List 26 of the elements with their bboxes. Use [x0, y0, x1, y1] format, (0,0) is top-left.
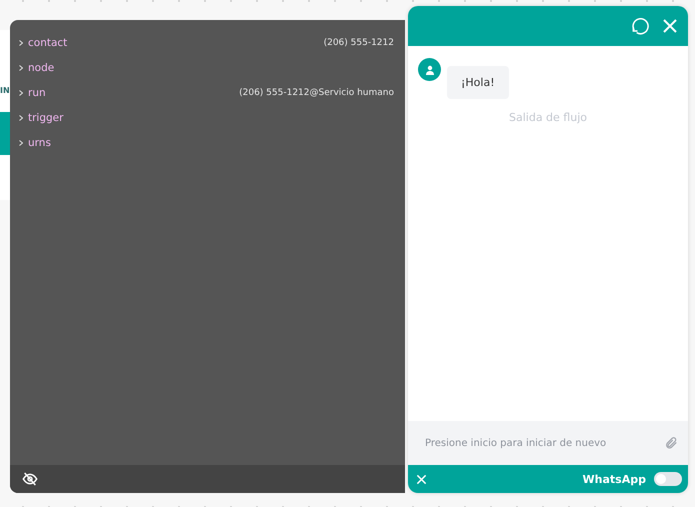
- message-bubble: ¡Hola!: [447, 66, 509, 99]
- restart-icon[interactable]: [630, 16, 650, 36]
- card-label: IN: [0, 86, 10, 95]
- variable-key[interactable]: node: [28, 62, 54, 74]
- variable-key[interactable]: urns: [28, 136, 51, 148]
- status-text: Salida de flujo: [508, 111, 588, 124]
- variable-key[interactable]: run: [28, 86, 46, 98]
- caret-icon[interactable]: [19, 90, 23, 96]
- message-input[interactable]: Presione inicio para iniciar de nuevo: [423, 436, 664, 450]
- variable-key[interactable]: trigger: [28, 112, 64, 124]
- variable-value: (206) 555-1212: [324, 38, 394, 48]
- caret-icon[interactable]: [19, 114, 23, 120]
- hide-icon[interactable]: [22, 472, 38, 486]
- close-icon[interactable]: [416, 474, 427, 484]
- message-field[interactable]: Presione inicio para iniciar de nuevo: [408, 421, 688, 465]
- caret-icon[interactable]: [19, 140, 23, 146]
- variable-key[interactable]: contact: [28, 36, 68, 48]
- channel-toggle[interactable]: [654, 472, 682, 486]
- avatar-icon: [418, 58, 441, 81]
- caret-icon[interactable]: [19, 64, 23, 70]
- card-header: [0, 112, 10, 155]
- variable-value: (206) 555-1212@Servicio humano: [239, 88, 394, 98]
- caret-icon[interactable]: [19, 40, 23, 46]
- paperclip-icon[interactable]: [664, 436, 678, 450]
- close-icon[interactable]: [662, 18, 678, 34]
- channel-label: WhatsApp: [582, 472, 646, 486]
